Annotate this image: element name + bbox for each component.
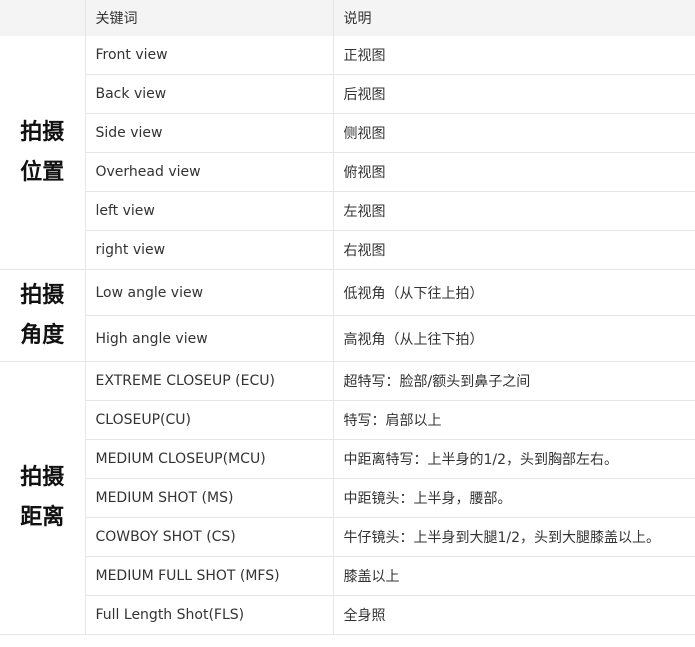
group-label-line: 距离: [20, 505, 65, 530]
header-row: 关键词 说明: [0, 0, 695, 36]
keyword-cell: Overhead view: [84, 152, 333, 192]
table-row: 拍摄 角度 Low angle view 低视角（从下往上拍）: [0, 269, 695, 362]
keyword-cell: Low angle view: [84, 269, 333, 316]
keyword-cell: Side view: [84, 113, 333, 153]
description-cell: 侧视图: [332, 113, 695, 153]
table-row: Overhead view 俯视图: [0, 152, 695, 192]
description-cell: 高视角（从上往下拍）: [332, 315, 695, 362]
keyword-cell: Full Length Shot(FLS): [84, 595, 333, 635]
keyword-cell: CLOSEUP(CU): [84, 400, 333, 440]
table-row: left view 左视图: [0, 191, 695, 231]
keyword-cell: MEDIUM SHOT (MS): [84, 478, 333, 518]
description-cell: 左视图: [332, 191, 695, 231]
table-row: High angle view 高视角（从上往下拍）: [0, 315, 695, 362]
table-row: 拍摄 位置 Front view 正视图: [0, 36, 695, 270]
keyword-cell: Front view: [84, 36, 333, 75]
description-cell: 全身照: [332, 595, 695, 635]
description-cell: 膝盖以上: [332, 556, 695, 596]
table-row: Side view 侧视图: [0, 113, 695, 153]
table-row: Back view 后视图: [0, 74, 695, 114]
group-label-line: 位置: [20, 159, 65, 185]
table-row: MEDIUM FULL SHOT (MFS) 膝盖以上: [0, 556, 695, 596]
keyword-cell: COWBOY SHOT (CS): [84, 517, 333, 557]
description-cell: 牛仔镜头：上半身到大腿1/2，头到大腿膝盖以上。: [332, 517, 695, 557]
description-cell: 低视角（从下往上拍）: [332, 269, 695, 316]
keyword-cell: Back view: [84, 74, 333, 114]
description-cell: 特写：肩部以上: [332, 400, 695, 440]
description-cell: 正视图: [332, 36, 695, 75]
group-label-position: 拍摄 位置: [0, 36, 85, 270]
description-cell: 中距离特写：上半身的1/2，头到胸部左右。: [332, 439, 695, 479]
table-row: CLOSEUP(CU) 特写：肩部以上: [0, 400, 695, 440]
table-row: 拍摄 距离 EXTREME CLOSEUP (ECU) 超特写：脸部/额头到鼻子…: [0, 361, 695, 635]
keyword-cell: MEDIUM FULL SHOT (MFS): [84, 556, 333, 596]
keyword-table: 关键词 说明 拍摄 位置 Front view 正视图 Back view 后视…: [0, 0, 695, 635]
keyword-cell: MEDIUM CLOSEUP(MCU): [84, 439, 333, 479]
table-row: MEDIUM SHOT (MS) 中距镜头：上半身，腰部。: [0, 478, 695, 518]
header-keyword: 关键词: [84, 0, 333, 36]
table-row: MEDIUM CLOSEUP(MCU) 中距离特写：上半身的1/2，头到胸部左右…: [0, 439, 695, 479]
description-cell: 中距镜头：上半身，腰部。: [332, 478, 695, 518]
description-cell: 俯视图: [332, 152, 695, 192]
keyword-cell: left view: [84, 191, 333, 231]
description-cell: 超特写：脸部/额头到鼻子之间: [332, 361, 695, 401]
table-row: COWBOY SHOT (CS) 牛仔镜头：上半身到大腿1/2，头到大腿膝盖以上…: [0, 517, 695, 557]
keyword-cell: right view: [84, 230, 333, 270]
table-row: Full Length Shot(FLS) 全身照: [0, 595, 695, 635]
group-label-line: 拍摄: [20, 282, 65, 308]
description-cell: 后视图: [332, 74, 695, 114]
description-cell: 右视图: [332, 230, 695, 270]
group-label-line: 角度: [20, 322, 65, 348]
keyword-cell: High angle view: [84, 315, 333, 362]
header-group-col: [0, 0, 85, 36]
table-row: right view 右视图: [0, 230, 695, 270]
group-label-angle: 拍摄 角度: [0, 269, 85, 362]
keyword-cell: EXTREME CLOSEUP (ECU): [84, 361, 333, 401]
group-label-distance: 拍摄 距离: [0, 361, 85, 635]
header-description: 说明: [332, 0, 695, 36]
group-label-line: 拍摄: [20, 465, 65, 490]
group-label-line: 拍摄: [20, 119, 65, 145]
